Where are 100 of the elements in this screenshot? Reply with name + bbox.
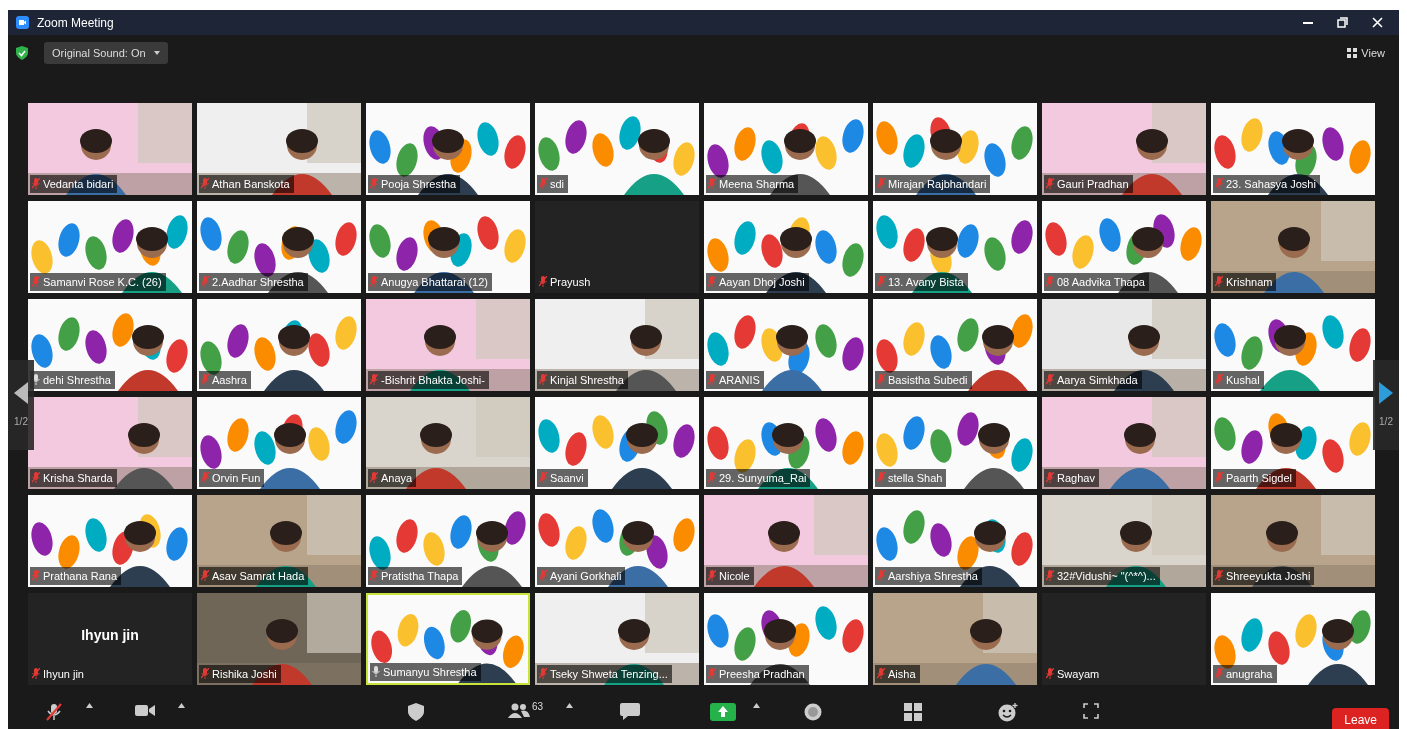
- video-tile[interactable]: Prathana Rana: [28, 495, 192, 587]
- share-screen-icon[interactable]: [710, 703, 736, 721]
- expand-icon[interactable]: [1083, 703, 1099, 719]
- grid-icon[interactable]: [904, 703, 922, 721]
- participant-name: Raghav: [1057, 470, 1095, 486]
- video-tile[interactable]: Ayani Gorkhali: [535, 495, 699, 587]
- video-tile[interactable]: Saanvi: [535, 397, 699, 489]
- video-tile[interactable]: 29. Sunyuma_Rai: [704, 397, 868, 489]
- participant-name: Krishnam: [1226, 274, 1273, 290]
- participant-name: Prathana Rana: [43, 568, 117, 584]
- app-icon: [16, 16, 29, 29]
- video-tile[interactable]: Meena Sharma: [704, 103, 868, 195]
- chat-bubble-icon[interactable]: [620, 703, 640, 720]
- caret-icon[interactable]: [753, 703, 760, 708]
- video-tile[interactable]: Sumanyu Shrestha: [366, 593, 530, 685]
- participant-display-name: Ihyun jin: [80, 626, 140, 645]
- video-tile[interactable]: Aarya Simkhada: [1042, 299, 1206, 391]
- video-tile[interactable]: Swayam: [1042, 593, 1206, 685]
- video-tile[interactable]: Shreeyukta Joshi: [1211, 495, 1375, 587]
- video-tile[interactable]: 23. Sahasya Joshi: [1211, 103, 1375, 195]
- participant-name: Mirajan Rajbhandari: [888, 176, 987, 192]
- smiley-icon[interactable]: [998, 703, 1018, 722]
- participant-name: Aashra: [212, 372, 247, 388]
- participant-name: Aarshiya Shrestha: [888, 568, 978, 584]
- minimize-icon[interactable]: [1303, 21, 1313, 24]
- right-arrow-icon: [1379, 381, 1393, 404]
- participant-name: Anugya Bhattarai (12): [381, 274, 488, 290]
- video-tile[interactable]: -Bishrit Bhakta Joshi-: [366, 299, 530, 391]
- video-tile[interactable]: Ihyun jin Ihyun jin: [28, 593, 192, 685]
- leave-button[interactable]: Leave: [1332, 708, 1389, 729]
- participant-name: Ayani Gorkhali: [550, 568, 622, 584]
- view-button[interactable]: View: [1341, 43, 1391, 63]
- video-tile[interactable]: Preesha Pradhan: [704, 593, 868, 685]
- participant-name: Aayan Dhoj Joshi: [719, 274, 805, 290]
- next-page-button[interactable]: 1/2: [1373, 360, 1399, 450]
- video-tile[interactable]: Aarshiya Shrestha: [873, 495, 1037, 587]
- caret-icon[interactable]: [178, 703, 185, 708]
- video-tile[interactable]: Kinjal Shrestha: [535, 299, 699, 391]
- participant-name: Saanvi: [550, 470, 584, 486]
- shield-icon[interactable]: [16, 46, 28, 60]
- participant-name: Preesha Pradhan: [719, 666, 805, 682]
- previous-page-button[interactable]: 1/2: [8, 360, 34, 450]
- video-tile[interactable]: Anugya Bhattarai (12): [366, 201, 530, 293]
- restore-icon[interactable]: [1337, 17, 1348, 28]
- participant-name: 29. Sunyuma_Rai: [719, 470, 807, 486]
- video-tile[interactable]: dehi Shrestha: [28, 299, 192, 391]
- participant-name: Sumanyu Shrestha: [383, 664, 477, 680]
- participant-name: 2.Aadhar Shrestha: [212, 274, 304, 290]
- video-tile[interactable]: 2.Aadhar Shrestha: [197, 201, 361, 293]
- original-sound-dropdown[interactable]: Original Sound: On: [44, 41, 168, 65]
- video-tile[interactable]: Prayush: [535, 201, 699, 293]
- video-tile[interactable]: Paarth Sigdel: [1211, 397, 1375, 489]
- record-icon[interactable]: [804, 703, 822, 721]
- participant-name: 08 Aadvika Thapa: [1057, 274, 1145, 290]
- video-tile[interactable]: ARANIS: [704, 299, 868, 391]
- participants-icon[interactable]: [508, 703, 530, 719]
- video-tile[interactable]: Krisha Sharda: [28, 397, 192, 489]
- video-tile[interactable]: Gauri Pradhan: [1042, 103, 1206, 195]
- video-tile[interactable]: Vedanta bidari: [28, 103, 192, 195]
- video-tile[interactable]: Tseky Shweta Tenzing...: [535, 593, 699, 685]
- video-tile[interactable]: Orvin Fun: [197, 397, 361, 489]
- participant-name: Tseky Shweta Tenzing...: [550, 666, 668, 682]
- video-tile[interactable]: sdi: [535, 103, 699, 195]
- video-tile[interactable]: Anaya: [366, 397, 530, 489]
- participant-name: Rishika Joshi: [212, 666, 277, 682]
- video-tile[interactable]: Basistha Subedi: [873, 299, 1037, 391]
- participant-name: 32#Vidushi~ "(^*^)...: [1057, 568, 1156, 584]
- video-tile[interactable]: Aisha: [873, 593, 1037, 685]
- participant-name: Kushal: [1226, 372, 1260, 388]
- video-tile[interactable]: Mirajan Rajbhandari: [873, 103, 1037, 195]
- video-tile[interactable]: 13. Avany Bista: [873, 201, 1037, 293]
- video-tile[interactable]: Pratistha Thapa: [366, 495, 530, 587]
- participant-name: Krisha Sharda: [43, 470, 113, 486]
- video-tile[interactable]: Aayan Dhoj Joshi: [704, 201, 868, 293]
- left-arrow-icon: [14, 381, 28, 404]
- video-tile[interactable]: Kushal: [1211, 299, 1375, 391]
- caret-icon[interactable]: [566, 703, 573, 708]
- participant-name: Athan Banskota: [212, 176, 290, 192]
- video-camera-icon[interactable]: [135, 703, 155, 717]
- participant-name: 23. Sahasya Joshi: [1226, 176, 1316, 192]
- participant-name: Asav Samrat Hada: [212, 568, 305, 584]
- close-icon[interactable]: [1372, 17, 1383, 28]
- shield-icon[interactable]: [408, 703, 424, 721]
- video-tile[interactable]: 08 Aadvika Thapa: [1042, 201, 1206, 293]
- video-tile[interactable]: anugraha: [1211, 593, 1375, 685]
- video-tile[interactable]: Aashra: [197, 299, 361, 391]
- video-tile[interactable]: Nicole: [704, 495, 868, 587]
- video-tile[interactable]: stella Shah: [873, 397, 1037, 489]
- caret-icon[interactable]: [86, 703, 93, 708]
- video-tile[interactable]: Raghav: [1042, 397, 1206, 489]
- video-tile[interactable]: Rishika Joshi: [197, 593, 361, 685]
- participant-name: Gauri Pradhan: [1057, 176, 1129, 192]
- participant-name: stella Shah: [888, 470, 943, 486]
- muted-mic-icon[interactable]: [46, 703, 62, 721]
- video-tile[interactable]: 32#Vidushi~ "(^*^)...: [1042, 495, 1206, 587]
- participant-name: Nicole: [719, 568, 750, 584]
- video-tile[interactable]: Athan Banskota: [197, 103, 361, 195]
- video-tile[interactable]: Krishnam: [1211, 201, 1375, 293]
- video-tile[interactable]: Asav Samrat Hada: [197, 495, 361, 587]
- video-tile[interactable]: Pooja Shrestha: [366, 103, 530, 195]
